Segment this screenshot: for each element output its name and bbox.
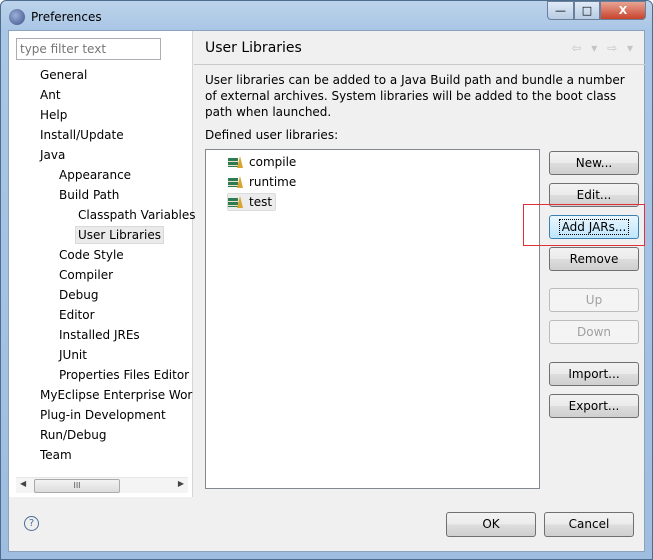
tree-item[interactable]: User Libraries [75, 226, 164, 244]
page-title: User Libraries [205, 40, 302, 56]
down-button[interactable]: Down [549, 320, 639, 344]
back-forward-nav-icons[interactable]: ⇦ ▾ ⇨ ▾ [571, 41, 636, 55]
tree-item[interactable]: Java [40, 146, 65, 164]
scroll-thumb[interactable]: III [34, 479, 120, 493]
window-title: Preferences [31, 10, 102, 24]
tree-item[interactable]: Compiler [59, 266, 113, 284]
tree-item[interactable]: Debug [59, 286, 98, 304]
tree-item[interactable]: Team [40, 446, 72, 464]
tree-item[interactable]: Installed JREs [59, 326, 140, 344]
tree-item[interactable]: Properties Files Editor [59, 366, 189, 384]
library-item[interactable]: runtime [228, 173, 296, 191]
maximize-button[interactable]: □ [574, 1, 600, 20]
ok-button[interactable]: OK [446, 512, 536, 537]
remove-button[interactable]: Remove [549, 247, 639, 271]
tree-item[interactable]: Run/Debug [40, 426, 107, 444]
tree-item[interactable]: Build Path [59, 186, 119, 204]
tree-item[interactable]: Code Style [59, 246, 124, 264]
new-button[interactable]: New... [549, 151, 639, 175]
tree-item[interactable]: General [40, 66, 87, 84]
library-name: runtime [249, 175, 297, 189]
library-icon [228, 176, 244, 188]
filter-input[interactable] [16, 38, 161, 60]
close-button[interactable]: X [600, 1, 646, 20]
tree-item[interactable]: Ant [40, 86, 61, 104]
up-button[interactable]: Up [549, 288, 639, 312]
dialog-client: General Ant Help Install/Update Java Appearan… [8, 30, 646, 552]
divider [194, 64, 646, 65]
tree-item[interactable]: MyEclipse Enterprise Wor [40, 386, 192, 404]
library-icon [228, 196, 244, 208]
scroll-left-icon[interactable]: ◀ [20, 479, 26, 488]
library-name: compile [249, 155, 297, 169]
preference-tree-panel: General Ant Help Install/Update Java Appearan… [9, 31, 196, 497]
help-icon[interactable]: ? [24, 516, 39, 531]
title-bar: Preferences [9, 7, 102, 27]
minimize-button[interactable]: — [547, 1, 574, 20]
user-libraries-list[interactable]: compile runtime test [205, 149, 540, 489]
tree-item[interactable]: Editor [59, 306, 95, 324]
defined-libraries-label: Defined user libraries: [205, 128, 339, 142]
tree-item[interactable]: Install/Update [40, 126, 124, 144]
scroll-right-icon[interactable]: ▶ [178, 479, 184, 488]
highlight-box [523, 204, 645, 246]
eclipse-app-icon [9, 9, 25, 25]
library-item[interactable]: compile [228, 153, 296, 171]
tree-item[interactable]: Help [40, 106, 67, 124]
tree-item[interactable]: Appearance [59, 166, 131, 184]
page-description: User libraries can be added to a Java Bu… [205, 73, 625, 119]
cancel-button[interactable]: Cancel [544, 512, 634, 537]
preference-page: User Libraries ⇦ ▾ ⇨ ▾ User libraries ca… [194, 31, 646, 497]
tree-item[interactable]: Plug-in Development [40, 406, 166, 424]
library-name: test [249, 195, 273, 209]
horizontal-scrollbar[interactable]: ◀ III ▶ [16, 477, 188, 493]
tree-item[interactable]: JUnit [59, 346, 87, 364]
export-button[interactable]: Export... [549, 394, 639, 418]
library-item[interactable]: test [227, 193, 277, 211]
library-icon [228, 156, 244, 168]
import-button[interactable]: Import... [549, 362, 639, 386]
tree-item[interactable]: Classpath Variables [78, 206, 196, 224]
